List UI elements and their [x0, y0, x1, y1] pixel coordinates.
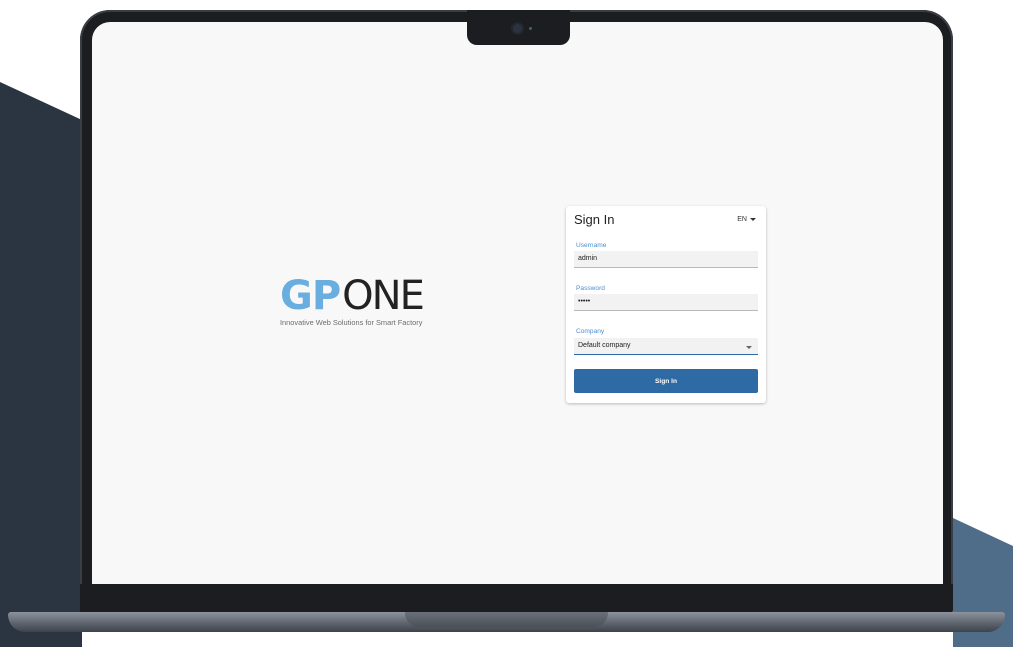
company-value: Default company	[578, 342, 631, 349]
screen: GP ONE Innovative Web Solutions for Smar…	[92, 22, 943, 584]
password-label: Password	[576, 285, 605, 292]
laptop-base-groove	[405, 612, 608, 627]
camera-notch	[467, 10, 570, 45]
logo-mark: GP ONE	[280, 274, 430, 316]
camera-icon	[513, 24, 522, 33]
signin-button[interactable]: Sign In	[574, 369, 758, 393]
password-value: •••••	[578, 298, 591, 305]
chevron-down-icon	[746, 346, 752, 349]
logo-gp-text: GP	[280, 273, 341, 319]
logo-one-text: ONE	[342, 273, 425, 319]
language-label: EN	[737, 216, 747, 223]
password-field[interactable]: •••••	[574, 294, 758, 311]
company-label: Company	[576, 328, 605, 335]
logo-tagline: Innovative Web Solutions for Smart Facto…	[280, 318, 423, 327]
signin-title: Sign In	[574, 212, 615, 227]
signin-card: Sign In EN Username admin Password •••••…	[566, 206, 766, 403]
username-value: admin	[578, 255, 598, 262]
language-selector[interactable]: EN	[737, 216, 756, 223]
gpone-logo: GP ONE Innovative Web Solutions for Smar…	[280, 274, 430, 327]
camera-led	[529, 27, 532, 30]
chevron-down-icon	[750, 218, 756, 221]
username-field[interactable]: admin	[574, 251, 758, 268]
company-select[interactable]: Default company	[574, 338, 758, 355]
username-label: Username	[576, 242, 607, 249]
